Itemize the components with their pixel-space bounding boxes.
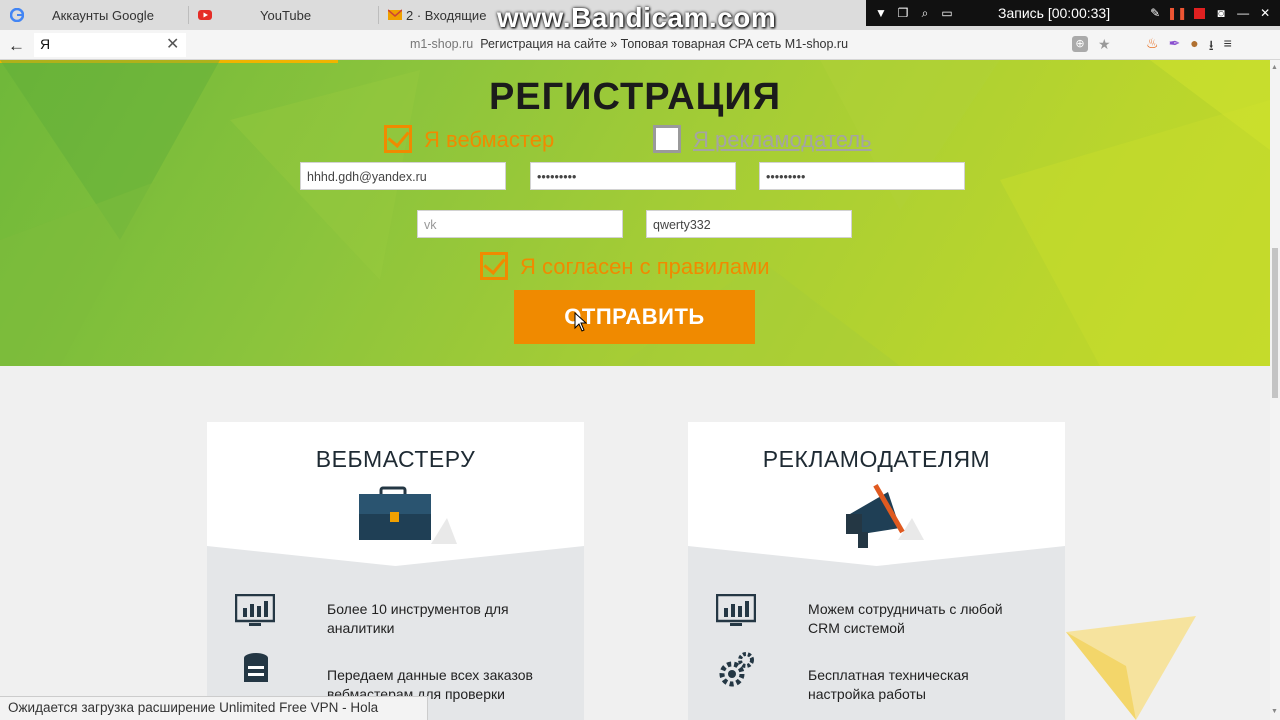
gears-icon (719, 652, 754, 687)
scroll-up-icon[interactable]: ▲ (1271, 64, 1278, 71)
card-title: РЕКЛАМОДАТЕЛЯМ (762, 446, 991, 472)
database-icon (244, 653, 268, 682)
advertiser-checkbox[interactable] (653, 125, 681, 153)
checkmark-icon (483, 252, 506, 275)
screen-region-icon[interactable]: ▭ (936, 4, 958, 22)
page-scrollbar[interactable]: ▲ ▼ (1270, 60, 1280, 720)
mouse-cursor-icon (574, 312, 588, 332)
youtube-icon (198, 8, 212, 22)
clear-icon[interactable]: ✕ (166, 34, 179, 54)
pause-icon[interactable]: ❚❚ (1166, 4, 1188, 22)
scroll-down-icon[interactable]: ▼ (1271, 708, 1278, 715)
pencil-icon[interactable]: ✎ (1144, 4, 1166, 22)
omnibox-input[interactable]: Я (34, 33, 186, 57)
messenger-field[interactable]: vk (417, 210, 623, 238)
advertiser-label[interactable]: Я рекламодатель (693, 127, 872, 153)
vpn-icon[interactable]: ⊕ (1072, 36, 1088, 52)
paper-plane-icon (1066, 616, 1196, 720)
feature-text: Бесплатная техническая настройка работы (808, 667, 969, 702)
monitor-chart-icon (235, 594, 275, 626)
url-display[interactable]: m1-shop.ru Регистрация на сайте » Топова… (410, 37, 848, 51)
page-title: РЕГИСТРАЦИЯ (488, 76, 782, 118)
stop-icon[interactable] (1188, 4, 1210, 22)
tab-strip: Аккаунты Google YouTube 2 · Входящие www… (0, 0, 1280, 33)
login-field[interactable]: qwerty332 (646, 210, 852, 238)
bookmark-star-icon[interactable]: ★ (1098, 36, 1111, 53)
window-icon[interactable]: ❐ (892, 4, 914, 22)
agree-checkbox[interactable] (480, 252, 508, 280)
google-icon (9, 7, 25, 23)
mail-icon (387, 8, 403, 22)
tab-google-accounts[interactable]: Аккаунты Google (9, 0, 154, 30)
minimize-icon[interactable]: — (1232, 4, 1254, 22)
recorder-toolbar: ▼ ❐ ⌕ ▭ Запись [00:00:33] ✎ ❚❚ ◙ — ✕ (866, 0, 1280, 26)
registration-section: РЕГИСТРАЦИЯ Я вебмастер Я рекламодатель … (0, 60, 1270, 366)
password-confirm-field[interactable]: ••••••••• (759, 162, 965, 190)
tab-youtube[interactable]: YouTube (198, 0, 311, 30)
briefcase-icon (359, 486, 457, 544)
tab-mail[interactable]: 2 · Входящие (387, 0, 487, 30)
search-icon[interactable]: ⌕ (914, 4, 936, 22)
tab-label: YouTube (260, 7, 312, 23)
feather-extension-icon[interactable]: ✒ (1169, 35, 1181, 59)
tab-label: Аккаунты Google (52, 7, 154, 23)
status-bar: Ожидается загрузка расширение Unlimited … (0, 696, 428, 720)
fire-extension-icon[interactable]: ♨ (1146, 35, 1159, 59)
webmaster-card: ВЕБМАСТЕРУ Более 10 инструментов для ана… (207, 422, 584, 720)
password-field[interactable]: ••••••••• (530, 162, 736, 190)
camera-icon[interactable]: ◙ (1210, 4, 1232, 22)
feature-text: Можем сотрудничать с любой CRM системой (808, 601, 1003, 636)
url-title: Регистрация на сайте » Топовая товарная … (480, 37, 849, 51)
webmaster-label[interactable]: Я вебмастер (424, 127, 554, 153)
submit-button[interactable]: ОТПРАВИТЬ (514, 290, 755, 344)
close-icon[interactable]: ✕ (1254, 4, 1276, 22)
megaphone-icon (846, 483, 924, 548)
advertiser-card: РЕКЛАМОДАТЕЛЯМ Можем сотрудничать с любо… (688, 422, 1065, 720)
download-icon[interactable]: ⭳ (1209, 35, 1214, 59)
webmaster-checkbox[interactable] (384, 125, 412, 153)
record-timer: Запись [00:00:33] (998, 5, 1111, 21)
cookie-extension-icon[interactable]: ● (1190, 35, 1198, 59)
card-title: ВЕБМАСТЕРУ (315, 446, 476, 472)
dropdown-icon[interactable]: ▼ (870, 4, 892, 22)
monitor-chart-icon (716, 594, 756, 626)
page-content: РЕГИСТРАЦИЯ Я вебмастер Я рекламодатель … (0, 60, 1270, 720)
email-field[interactable]: hhhd.gdh@yandex.ru (300, 162, 506, 190)
feature-text: Более 10 инструментов для аналитики (327, 601, 509, 636)
url-domain: m1-shop.ru (410, 37, 474, 51)
tab-divider (188, 6, 189, 24)
address-bar: ← Я ✕ m1-shop.ru Регистрация на сайте » … (0, 30, 1280, 60)
tab-label: 2 · Входящие (406, 7, 487, 23)
menu-icon[interactable]: ≡ (1224, 35, 1232, 59)
checkmark-icon (387, 125, 410, 148)
scrollbar-thumb[interactable] (1272, 248, 1278, 398)
tab-divider (378, 6, 379, 24)
agree-label[interactable]: Я согласен с правилами (520, 254, 770, 280)
back-arrow-icon[interactable]: ← (8, 36, 25, 56)
